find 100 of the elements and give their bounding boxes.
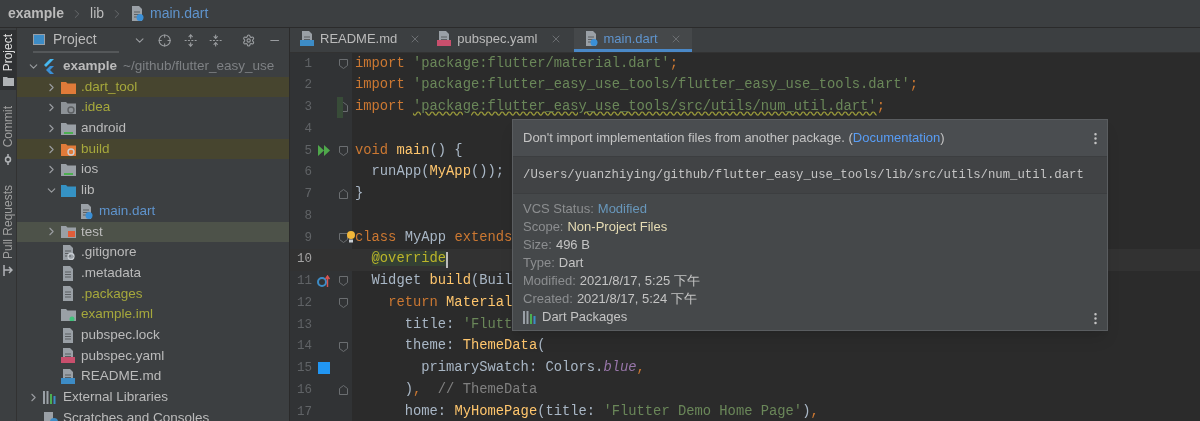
fold-marker-icon[interactable] — [339, 58, 348, 69]
tree-item[interactable]: .packages — [17, 283, 289, 305]
warning-message: Don't import implementation files from another package. (Documentation) — [523, 129, 945, 148]
code-line: import 'package:flutter/material.dart'; — [355, 54, 678, 73]
tree-item[interactable]: ios — [17, 159, 289, 181]
breadcrumb-item[interactable]: main.dart — [150, 3, 209, 24]
folder-icon — [61, 80, 76, 94]
locate-icon[interactable] — [158, 33, 172, 48]
project-path: ~/github/flutter_easy_use — [123, 57, 275, 75]
scratches-icon — [43, 410, 58, 421]
tree-item[interactable]: .gitignore — [17, 242, 289, 263]
breadcrumb-item[interactable]: example — [8, 3, 65, 24]
detail-label: Created: — [523, 290, 573, 308]
code-line: home: MyHomePage(title: 'Flutter Demo Home Page'), — [403, 402, 819, 421]
view-selector[interactable]: Project — [33, 28, 120, 53]
detail-value: Modified — [597, 200, 647, 218]
folder-icon — [61, 225, 76, 239]
fold-marker-icon[interactable] — [339, 298, 348, 309]
module-icon — [61, 308, 76, 322]
code-line: theme: ThemeData( — [403, 337, 546, 356]
tool-window-tab[interactable]: Project — [0, 30, 16, 91]
code-line: import 'package:flutter_easy_use_tools/flutter_easy_use_tools.dart'; — [355, 76, 919, 95]
tree-item[interactable]: External Libraries — [17, 387, 289, 408]
file-icon — [61, 245, 75, 261]
dart-file-icon — [79, 203, 93, 219]
folder-icon — [61, 101, 76, 115]
override-icon[interactable] — [317, 275, 330, 288]
tree-item[interactable]: main.dart — [17, 200, 289, 222]
expand-all-icon[interactable] — [183, 33, 198, 48]
tool-window-tab[interactable]: Commit — [0, 102, 16, 169]
detail-value: 2021/8/17, 5:25 下午 — [579, 272, 700, 290]
line-number: 10 — [296, 251, 312, 269]
fold-marker-icon[interactable] — [339, 276, 348, 287]
dart-file-icon — [130, 6, 145, 21]
markdown-file-icon — [61, 369, 75, 385]
folder-icon — [61, 121, 76, 135]
fold-marker-icon[interactable] — [339, 385, 348, 396]
detail-label: Type: — [523, 254, 555, 272]
editor-tab[interactable]: pubspec.yaml — [433, 28, 566, 52]
editor-tab[interactable]: main.dart — [573, 28, 692, 52]
libraries-icon — [43, 390, 58, 405]
tree-item[interactable]: android — [17, 118, 289, 139]
fold-marker-icon[interactable] — [339, 232, 348, 243]
detail-label: VCS Status: — [523, 200, 594, 218]
code-line: primarySwatch: Colors.blue, — [420, 359, 645, 378]
tree-item[interactable]: build — [17, 138, 289, 160]
file-icon — [61, 265, 75, 281]
detail-label: Scope: — [523, 218, 564, 236]
markdown-file-icon — [300, 31, 314, 46]
libraries-icon — [523, 310, 538, 324]
code-line: } — [355, 185, 364, 204]
tree-item[interactable]: lib — [17, 180, 289, 201]
commit-icon — [3, 153, 13, 165]
collapse-all-icon[interactable] — [209, 33, 223, 48]
tree-item[interactable]: .metadata — [17, 262, 289, 284]
tool-window-tab[interactable]: Pull Requests — [0, 180, 16, 280]
tree-item[interactable]: Scratches and Consoles — [17, 407, 289, 421]
detail-label: Modified: — [523, 272, 576, 290]
detail-value: Dart — [558, 254, 584, 272]
tree-item[interactable]: pubspec.yaml — [17, 345, 289, 367]
yaml-file-icon — [437, 31, 452, 46]
code-line: runApp(MyApp()); — [370, 163, 505, 182]
editor-tab[interactable]: README.md — [296, 28, 426, 52]
pull-request-icon — [3, 264, 13, 276]
fold-marker-icon[interactable] — [339, 145, 348, 156]
code-line: Widget build(Buil — [370, 272, 513, 291]
tree-item[interactable]: test — [17, 221, 289, 243]
tree-item[interactable]: README.md — [17, 366, 289, 387]
code-line: import 'package:flutter_easy_use_tools/src/utils/num_util.dart'; — [355, 98, 885, 117]
documentation-link[interactable]: Documentation — [852, 130, 941, 146]
change-marker[interactable] — [337, 96, 343, 119]
logo-icon — [43, 58, 55, 74]
tree-item[interactable]: .idea — [17, 97, 289, 119]
dart-file-icon — [583, 31, 598, 46]
detail-label: Size: — [523, 236, 552, 254]
tree-item[interactable]: pubspec.lock — [17, 324, 289, 346]
lightbulb-icon[interactable] — [347, 231, 355, 243]
code-line: void main() { — [355, 141, 463, 160]
tree-item[interactable]: example ~/github/flutter_easy_use — [17, 56, 289, 77]
text-cursor — [446, 251, 448, 268]
library-name: Dart Packages — [542, 308, 628, 326]
folder-icon — [61, 142, 76, 156]
yaml-file-icon — [61, 348, 75, 364]
window-icon — [33, 34, 45, 45]
run-icon[interactable] — [317, 145, 330, 157]
folder-icon — [61, 163, 76, 177]
code-line: return Material — [387, 293, 513, 312]
folder-icon — [61, 183, 76, 197]
file-icon — [61, 286, 75, 302]
file-path: /Users/yuanzhiying/github/flutter_easy_use_tools/lib/src/utils/num_util.dart — [523, 166, 1084, 184]
code-line: ), // ThemeData — [403, 380, 538, 399]
folder-icon — [2, 77, 14, 87]
fold-marker-icon[interactable] — [339, 341, 348, 352]
breadcrumb-item[interactable]: lib — [90, 3, 105, 24]
fold-marker-icon[interactable] — [339, 189, 348, 200]
detail-value: 496 B — [555, 236, 590, 254]
file-icon — [61, 327, 75, 343]
settings-icon[interactable] — [242, 33, 256, 48]
tree-item[interactable]: example.iml — [17, 304, 289, 325]
tree-item[interactable]: .dart_tool — [17, 76, 289, 98]
